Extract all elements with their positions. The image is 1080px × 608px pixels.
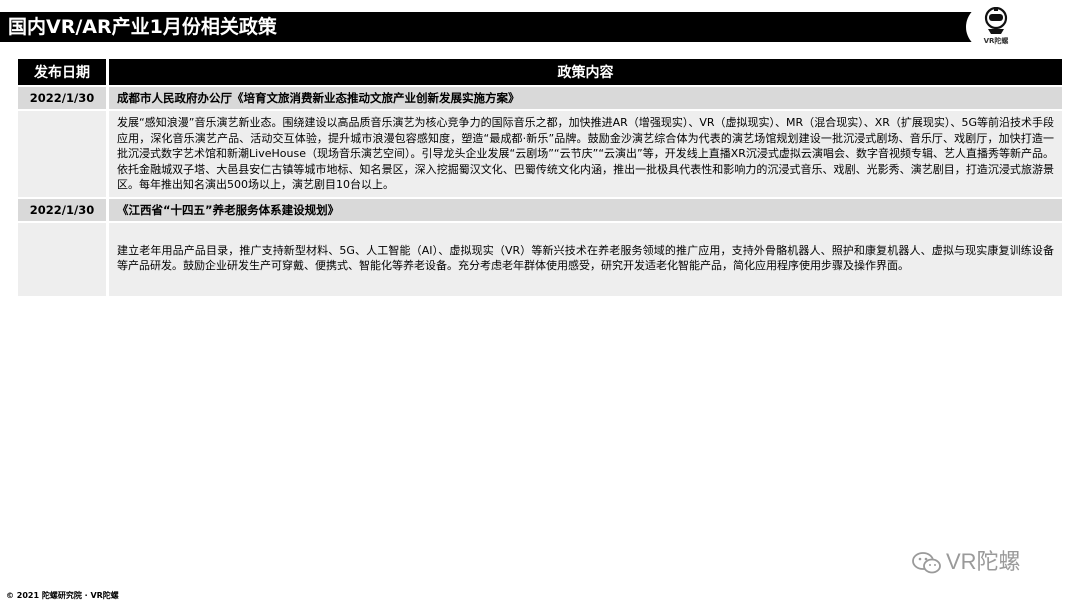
brand-logo: VR陀螺	[966, 4, 1026, 50]
policy-content-cell: 发展“感知浪漫”音乐演艺新业态。围绕建设以高品质音乐演艺为核心竞争力的国际音乐之…	[106, 111, 1062, 197]
policy-title: 成都市人民政府办公厅《培育文旅消费新业态推动文旅产业创新发展实施方案》	[106, 87, 1062, 109]
policy-title-row: 2022/1/30 成都市人民政府办公厅《培育文旅消费新业态推动文旅产业创新发展…	[18, 87, 1062, 109]
astronaut-logo-icon	[984, 7, 1008, 34]
column-header-date: 发布日期	[18, 59, 106, 85]
policy-title: 《江西省“十四五”养老服务体系建设规划》	[106, 198, 1062, 221]
policy-content: 建立老年用品产品目录，推广支持新型材料、5G、人工智能（AI）、虚拟现实（VR）…	[117, 243, 1054, 273]
title-bar: 国内VR/AR产业1月份相关政策	[0, 12, 1000, 42]
wechat-icon	[912, 552, 941, 574]
policy-table: 发布日期 政策内容 2022/1/30 成都市人民政府办公厅《培育文旅消费新业态…	[18, 57, 1062, 298]
policy-content-row: 建立老年用品产品目录，推广支持新型材料、5G、人工智能（AI）、虚拟现实（VR）…	[18, 222, 1062, 296]
policy-title-row: 2022/1/30 《江西省“十四五”养老服务体系建设规划》	[18, 198, 1062, 221]
policy-date: 2022/1/30	[18, 87, 106, 109]
policy-content: 发展“感知浪漫”音乐演艺新业态。围绕建设以高品质音乐演艺为核心竞争力的国际音乐之…	[117, 116, 1054, 191]
watermark: VR陀螺	[912, 544, 1021, 574]
policy-content-cell: 建立老年用品产品目录，推广支持新型材料、5G、人工智能（AI）、虚拟现实（VR）…	[106, 222, 1062, 296]
watermark-text: VR陀螺	[946, 549, 1021, 574]
column-header-content: 政策内容	[106, 59, 1062, 85]
policy-content-row: 发展“感知浪漫”音乐演艺新业态。围绕建设以高品质音乐演艺为核心竞争力的国际音乐之…	[18, 111, 1062, 197]
policy-content-spacer	[18, 222, 106, 296]
footer-copyright: © 2021 陀螺研究院 · VR陀螺	[6, 591, 119, 600]
policy-date: 2022/1/30	[18, 198, 106, 221]
table-header-row: 发布日期 政策内容	[18, 59, 1062, 85]
logo-text: VR陀螺	[983, 37, 1009, 45]
policy-content-spacer	[18, 111, 106, 197]
page-title: 国内VR/AR产业1月份相关政策	[8, 16, 277, 38]
